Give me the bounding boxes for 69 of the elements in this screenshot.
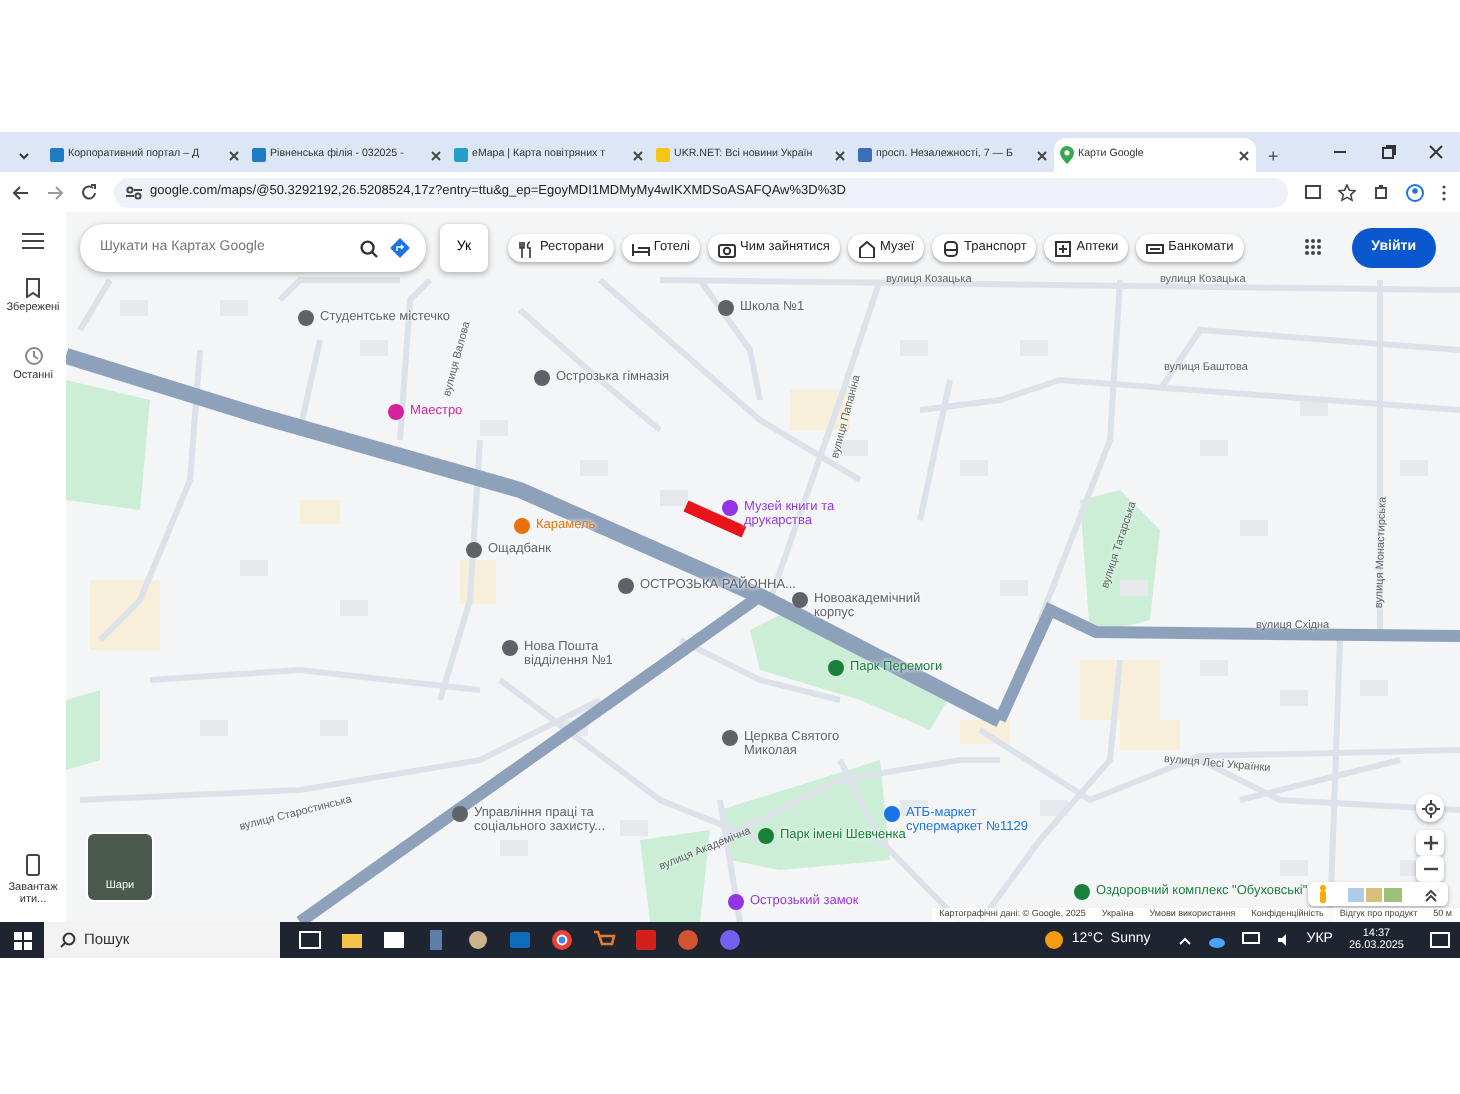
back-icon[interactable]: [12, 183, 30, 201]
camera-icon: [718, 239, 736, 257]
plus-icon: [1423, 836, 1437, 850]
site-icon: [50, 148, 64, 162]
place-pin-icon[interactable]: [514, 518, 530, 534]
install-app-icon[interactable]: [1304, 183, 1322, 201]
close-icon[interactable]: [430, 149, 442, 161]
phone-icon: [26, 853, 40, 876]
place-pin-icon[interactable]: [722, 500, 738, 516]
place-pin-icon[interactable]: [722, 730, 738, 746]
place-pin-icon[interactable]: [502, 640, 518, 656]
my-location-button[interactable]: [1416, 794, 1444, 822]
terrain-thumbnail-icon[interactable]: [1348, 887, 1403, 901]
windows-start-icon[interactable]: [13, 931, 31, 949]
place-pin-icon[interactable]: [534, 370, 550, 386]
close-icon[interactable]: [834, 149, 846, 161]
place-pin-icon[interactable]: [618, 578, 634, 594]
close-icon[interactable]: [1238, 149, 1250, 161]
place-pin-icon[interactable]: [718, 300, 734, 316]
site-icon: [858, 148, 872, 162]
place-pin-icon[interactable]: [884, 806, 900, 822]
new-tab-button[interactable]: +: [1268, 148, 1279, 166]
history-icon: [23, 346, 43, 367]
weather-sun-icon[interactable]: [1043, 930, 1064, 950]
minus-icon: [1423, 862, 1437, 876]
bus-icon: [942, 239, 961, 257]
chevron-up-icon[interactable]: [1423, 887, 1438, 901]
restore-icon[interactable]: [1380, 144, 1396, 160]
close-icon[interactable]: [1036, 149, 1048, 161]
task-view-icon[interactable]: [297, 928, 321, 952]
directions-icon[interactable]: [390, 238, 410, 258]
search-icon: [60, 932, 76, 948]
zoom-out-button[interactable]: [1416, 856, 1444, 882]
cloud-icon[interactable]: [1208, 933, 1227, 947]
cash-icon: [1146, 239, 1165, 257]
place-pin-icon[interactable]: [1074, 884, 1090, 900]
star-icon[interactable]: [1338, 183, 1356, 201]
menu-icon[interactable]: [22, 232, 44, 250]
forward-icon[interactable]: [46, 183, 64, 201]
place-pin-icon[interactable]: [728, 894, 744, 910]
fork-knife-icon: [518, 239, 536, 257]
map-pin-icon: [1060, 146, 1074, 164]
place-pin-icon[interactable]: [298, 310, 314, 326]
apps-grid-icon[interactable]: [1303, 238, 1324, 258]
close-icon[interactable]: [632, 149, 644, 161]
bookmark-icon: [23, 278, 43, 298]
more-icon[interactable]: [1440, 183, 1448, 201]
network-icon[interactable]: [1242, 932, 1261, 948]
site-settings-icon: [126, 186, 142, 201]
site-icon: [656, 148, 670, 162]
close-icon[interactable]: [228, 149, 240, 161]
building-icon: [857, 239, 876, 257]
search-icon[interactable]: [360, 239, 378, 257]
place-pin-icon[interactable]: [388, 404, 404, 420]
dropdown-icon[interactable]: [16, 147, 32, 164]
place-pin-icon[interactable]: [792, 592, 808, 608]
profile-icon[interactable]: [1406, 183, 1424, 201]
site-icon: [252, 148, 266, 162]
extensions-icon[interactable]: [1372, 183, 1390, 201]
zoom-in-button[interactable]: [1416, 830, 1444, 856]
browser-icon[interactable]: [549, 928, 573, 952]
place-pin-icon[interactable]: [466, 542, 482, 558]
crosshair-icon: [1421, 799, 1439, 817]
notifications-icon[interactable]: [1430, 931, 1450, 949]
plus-box-icon: [1054, 239, 1073, 257]
close-icon[interactable]: [1428, 144, 1444, 160]
bed-icon: [631, 239, 650, 257]
site-icon: [454, 148, 468, 162]
reload-icon[interactable]: [80, 183, 98, 201]
